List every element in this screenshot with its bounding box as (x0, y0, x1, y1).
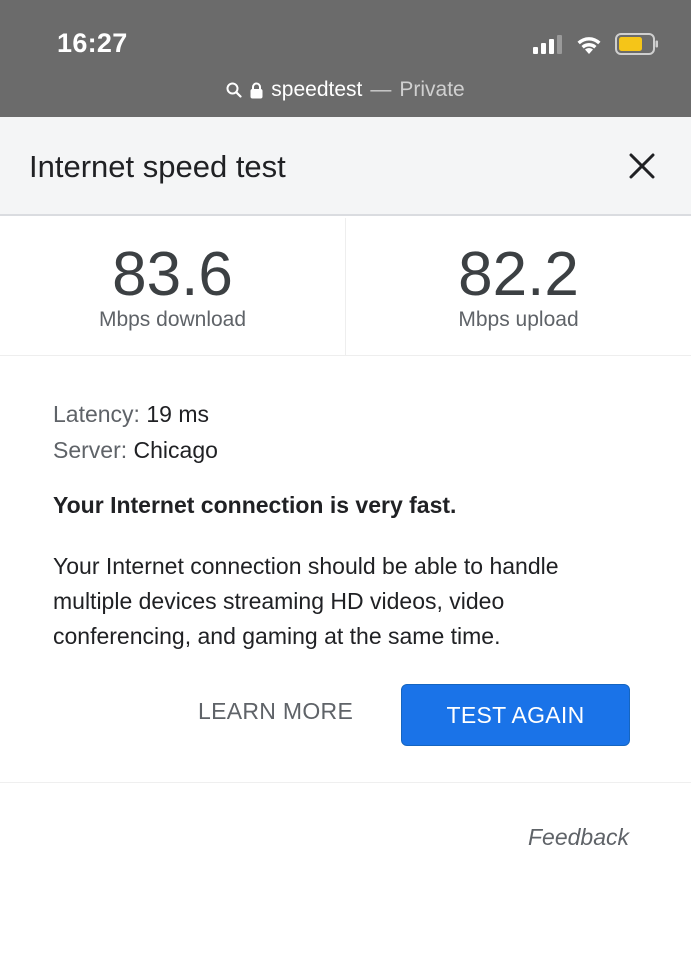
download-speed-value: 83.6 (112, 240, 233, 309)
download-result: 83.6 Mbps download (0, 218, 345, 355)
speed-description: Your Internet connection should be able … (53, 553, 559, 649)
speed-verdict: Your Internet connection is very fast. (53, 492, 457, 518)
upload-result: 82.2 Mbps upload (345, 218, 691, 355)
test-again-button[interactable]: TEST AGAIN (401, 684, 630, 746)
page-title: Internet speed test (29, 149, 286, 184)
search-icon (226, 82, 242, 98)
private-mode-label: Private (399, 78, 465, 101)
speed-results: 83.6 Mbps download 82.2 Mbps upload (0, 218, 691, 356)
url-bar[interactable]: speedtest — Private (0, 74, 691, 106)
status-icons (533, 30, 659, 58)
status-bar: 16:27 speedtest — Private (0, 0, 691, 117)
latency-label: Latency: (53, 401, 140, 427)
server-line: Server: Chicago (53, 432, 643, 468)
upload-speed-unit: Mbps upload (458, 308, 579, 331)
close-button[interactable] (623, 147, 661, 185)
learn-more-button[interactable]: LEARN MORE (198, 698, 353, 725)
divider (0, 782, 691, 783)
lock-icon (250, 82, 263, 98)
server-value: Chicago (133, 437, 218, 463)
signal-icon (533, 35, 562, 54)
latency-line: Latency: 19 ms (53, 396, 643, 432)
latency-value: 19 ms (146, 401, 209, 427)
speedtest-header: Internet speed test (0, 117, 691, 216)
feedback-link[interactable]: Feedback (528, 824, 629, 851)
url-host: speedtest (271, 78, 363, 101)
upload-speed-value: 82.2 (458, 240, 579, 309)
battery-icon (615, 33, 658, 55)
server-label: Server: (53, 437, 128, 463)
status-time: 16:27 (57, 28, 128, 58)
action-buttons: LEARN MORE TEST AGAIN (0, 684, 691, 746)
download-speed-unit: Mbps download (98, 308, 247, 331)
connection-details: Latency: 19 ms Server: Chicago (53, 396, 643, 468)
url-separator: — (370, 78, 392, 101)
close-icon (629, 153, 655, 179)
wifi-icon (577, 36, 601, 54)
